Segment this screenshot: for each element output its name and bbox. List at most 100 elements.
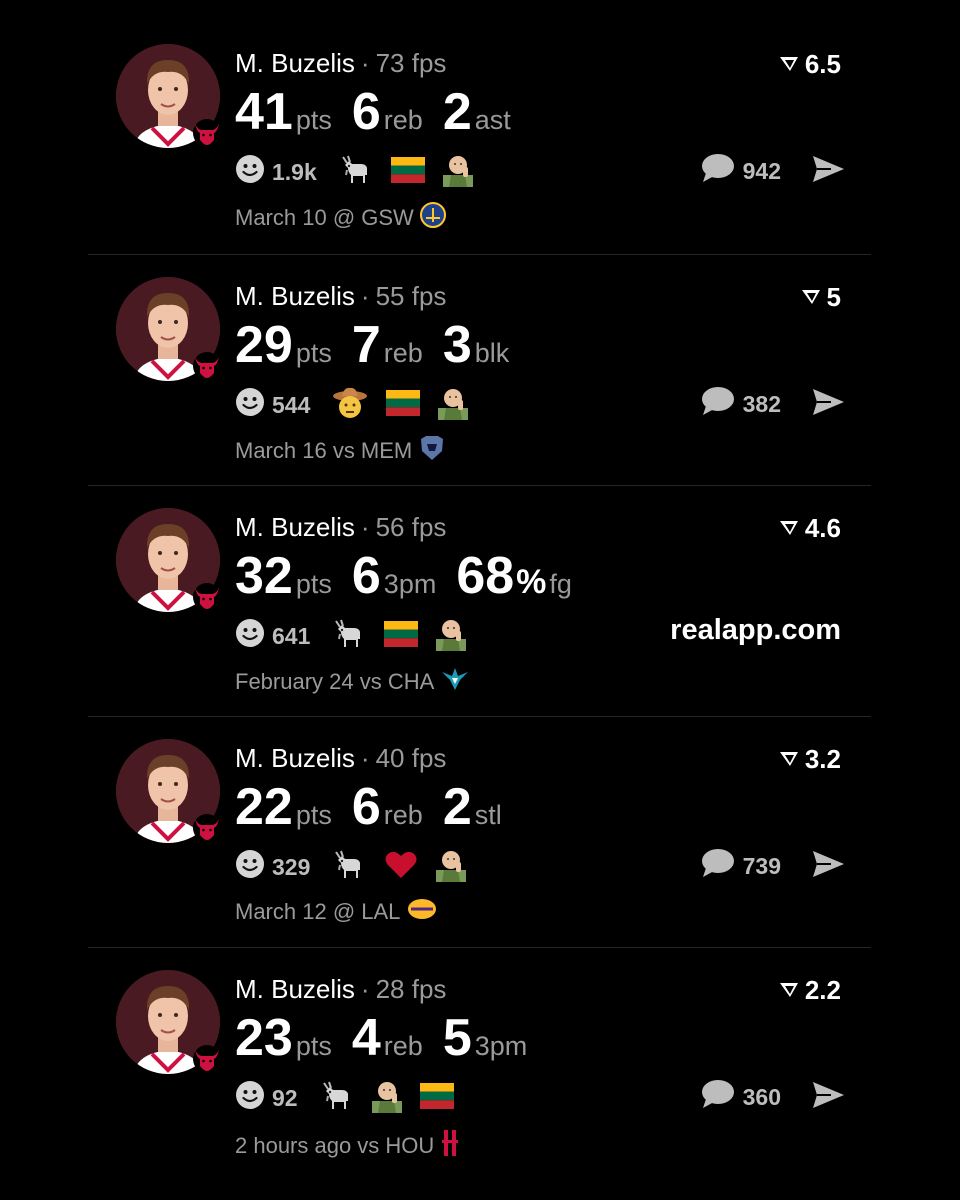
lithuania-flag-icon[interactable] <box>386 389 421 421</box>
rating-badge[interactable]: 4.6 <box>779 513 841 543</box>
lithuania-flag-icon[interactable] <box>384 620 419 652</box>
rating-badge[interactable]: 5 <box>801 282 841 312</box>
lithuania-flag-icon[interactable] <box>419 1082 454 1114</box>
stat-value: 2 <box>442 778 472 836</box>
reaction-button[interactable]: 641 <box>235 618 310 654</box>
rockets-logo-icon <box>440 1128 460 1164</box>
rating-badge[interactable]: 2.2 <box>779 975 841 1005</box>
send-icon[interactable] <box>811 154 845 189</box>
separator: · <box>360 743 370 773</box>
fps-count: 40 fps <box>375 743 447 773</box>
hornets-logo-icon <box>440 666 470 698</box>
reaction-bar: 1.9k <box>235 154 491 190</box>
smiley-icon <box>235 387 265 423</box>
comment-count: 942 <box>742 157 781 184</box>
bulls-logo-icon <box>192 351 222 381</box>
success-kid-icon[interactable] <box>371 1079 402 1118</box>
stat-value: 6 <box>351 778 381 836</box>
stat-unit: pts <box>295 569 332 599</box>
rating-value: 4.6 <box>804 513 841 543</box>
post-card[interactable]: M. Buzelis · 40 fps 3.2 22 pts 6 reb 2 stl… <box>88 716 871 947</box>
cowboy-face-icon[interactable] <box>332 386 368 425</box>
stat-unit: pts <box>295 338 332 368</box>
stat-unit: stl <box>474 800 502 830</box>
send-icon[interactable] <box>811 387 845 422</box>
rating-icon <box>779 750 799 768</box>
success-kid-icon[interactable] <box>436 617 467 656</box>
success-kid-icon[interactable] <box>436 848 467 887</box>
reaction-button[interactable]: 544 <box>235 387 310 423</box>
game-text: February 24 vs CHA <box>235 669 435 694</box>
success-kid-icon[interactable] <box>442 153 473 192</box>
stat-2: 2 ast <box>443 84 511 140</box>
player-name[interactable]: M. Buzelis <box>235 48 355 78</box>
stat-unit: reb <box>383 105 423 135</box>
player-name[interactable]: M. Buzelis <box>235 974 355 1004</box>
reaction-bar: 641 <box>235 618 484 654</box>
stat-value: 29 <box>235 316 293 374</box>
reaction-count: 1.9k <box>272 158 317 185</box>
comment-actions: 739 <box>701 848 845 884</box>
player-line: M. Buzelis · 73 fps <box>235 48 446 78</box>
smiley-icon <box>235 618 265 654</box>
lithuania-flag-icon[interactable] <box>390 156 425 188</box>
game-info: March 10 @ GSW <box>235 202 446 234</box>
reaction-button[interactable]: 329 <box>235 849 310 885</box>
stat-unit: 3pm <box>383 569 437 599</box>
stat-value: 22 <box>235 778 293 836</box>
stat-1: 6 3pm <box>352 548 436 604</box>
player-name[interactable]: M. Buzelis <box>235 281 355 311</box>
goat-icon[interactable] <box>339 153 373 192</box>
stat-unit: blk <box>474 338 510 368</box>
goat-icon[interactable] <box>332 848 366 887</box>
comment-actions: 942 <box>701 153 845 189</box>
post-card[interactable]: M. Buzelis · 73 fps 6.5 41 pts 6 reb 2 ast… <box>88 22 871 254</box>
smiley-icon <box>235 154 265 190</box>
post-card[interactable]: M. Buzelis · 28 fps 2.2 23 pts 4 reb 5 3pm… <box>88 947 871 1178</box>
send-icon[interactable] <box>811 849 845 884</box>
stat-unit: ast <box>474 105 511 135</box>
rating-badge[interactable]: 3.2 <box>779 744 841 774</box>
player-name[interactable]: M. Buzelis <box>235 743 355 773</box>
stat-value: 68 <box>456 547 515 605</box>
reaction-button[interactable]: 92 <box>235 1080 298 1116</box>
comment-button[interactable]: 739 <box>701 848 781 884</box>
comment-count: 382 <box>742 390 781 417</box>
smiley-icon <box>235 1080 265 1116</box>
player-name[interactable]: M. Buzelis <box>235 512 355 542</box>
post-card[interactable]: M. Buzelis · 56 fps 4.6 32 pts 6 3pm 68 % … <box>88 485 871 716</box>
goat-icon[interactable] <box>320 1079 354 1118</box>
reaction-button[interactable]: 1.9k <box>235 154 317 190</box>
comment-count: 739 <box>742 852 781 879</box>
send-icon[interactable] <box>811 1080 845 1115</box>
success-kid-icon[interactable] <box>438 386 469 425</box>
post-card[interactable]: M. Buzelis · 55 fps 5 29 pts 7 reb 3 blk 5… <box>88 254 871 485</box>
comment-button[interactable]: 360 <box>701 1079 781 1115</box>
rating-icon <box>779 55 799 73</box>
comment-actions: 360 <box>701 1079 845 1115</box>
comment-button[interactable]: 382 <box>701 386 781 422</box>
separator: · <box>360 974 370 1004</box>
game-text: March 16 vs MEM <box>235 438 413 463</box>
bulls-logo-icon <box>192 1044 222 1074</box>
stat-percent-sign: % <box>516 563 547 601</box>
separator: · <box>360 48 370 78</box>
reaction-bar: 329 <box>235 849 484 885</box>
goat-icon[interactable] <box>332 617 366 656</box>
comment-button[interactable]: 942 <box>701 153 781 189</box>
fps-count: 55 fps <box>375 281 447 311</box>
rating-icon <box>779 981 799 999</box>
rating-badge[interactable]: 6.5 <box>779 49 841 79</box>
stat-1: 6 reb <box>352 84 423 140</box>
reaction-count: 92 <box>272 1084 298 1111</box>
bulls-logo-icon <box>192 813 222 843</box>
stat-unit: reb <box>383 338 423 368</box>
comment-actions: 382 <box>701 386 845 422</box>
reaction-bar: 544 <box>235 387 486 423</box>
red-heart-icon[interactable] <box>384 850 418 885</box>
stat-unit: reb <box>383 1031 423 1061</box>
rating-value: 2.2 <box>804 975 841 1005</box>
bulls-logo-icon <box>192 118 222 148</box>
lakers-logo-icon <box>406 897 438 927</box>
stat-0: 23 pts <box>235 1010 332 1066</box>
